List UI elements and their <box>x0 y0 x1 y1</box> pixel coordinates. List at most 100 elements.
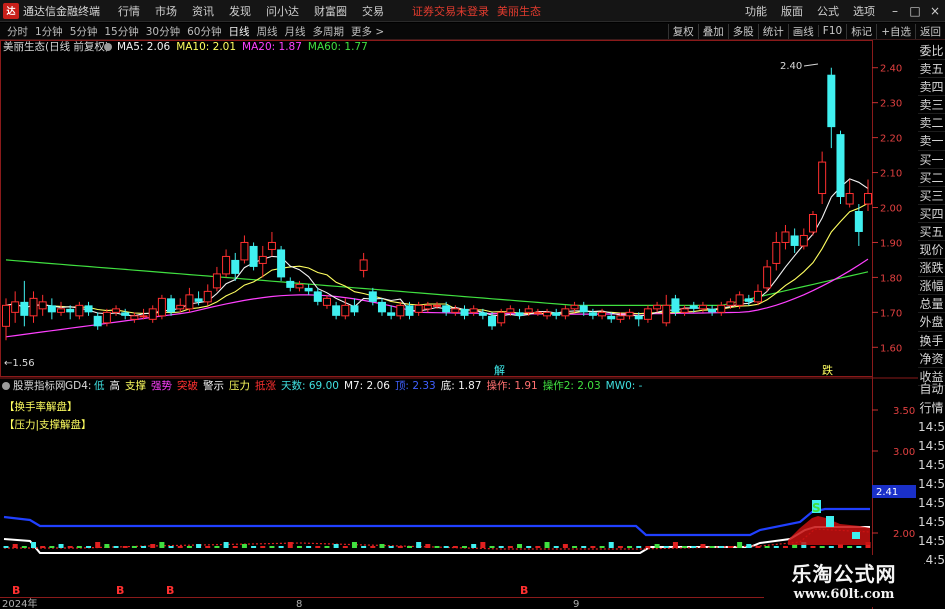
candle-down <box>588 312 597 316</box>
indicator-bar <box>434 546 440 548</box>
candle-down <box>607 315 616 320</box>
period-fenshi[interactable]: 分时 <box>7 24 28 39</box>
fuquan-button[interactable]: 复权 <box>667 23 698 39</box>
indicator-bar <box>727 546 733 548</box>
candle-down <box>286 280 295 288</box>
support-tag[interactable]: 【压力|支撑解盘】 <box>4 418 92 431</box>
sidebar-item[interactable]: 净资 <box>918 350 945 368</box>
indicator-bar <box>581 546 587 548</box>
sidebar-item[interactable]: 卖二 <box>918 114 945 133</box>
sidebar-item[interactable]: 卖三 <box>918 96 945 115</box>
sidebar-item[interactable]: 买四 <box>918 205 945 223</box>
menu-faxian[interactable]: 发现 <box>229 3 251 19</box>
price-tick-label: 1.70 <box>880 308 902 319</box>
period-multi[interactable]: 多周期 <box>313 24 345 39</box>
period-1min[interactable]: 1分钟 <box>35 24 63 39</box>
period-daily[interactable]: 日线 <box>229 24 250 39</box>
indicator-bar <box>636 546 642 548</box>
menu-shichang[interactable]: 市场 <box>155 3 177 19</box>
sub-legend-item: 天数: 69.00 <box>281 379 339 392</box>
indicator-bar <box>746 544 752 548</box>
sidebar-item[interactable]: 卖一 <box>918 132 945 151</box>
stock-name[interactable]: 美丽生态(日线 前复权) <box>3 40 109 53</box>
sidebar-item[interactable]: 涨跌 <box>918 259 945 278</box>
minimize-icon[interactable]: – <box>885 4 905 18</box>
indicator-bar <box>553 546 559 548</box>
candle-up <box>543 311 552 317</box>
period-30min[interactable]: 30分钟 <box>146 24 180 39</box>
draw-line-button[interactable]: 画线 <box>787 23 818 39</box>
menu-gongshi[interactable]: 公式 <box>817 3 839 19</box>
x-label-year: 2024年 <box>2 597 37 609</box>
candle-up <box>176 304 185 310</box>
indicator-bar <box>718 546 724 548</box>
signal-jie: 解 <box>494 363 505 377</box>
watermark-title: 乐淘公式网 <box>791 562 897 586</box>
indicator-bar <box>599 546 605 548</box>
indicator-bar <box>425 544 431 548</box>
stats-button[interactable]: 统计 <box>757 23 788 39</box>
sidebar-item[interactable]: 外盘 <box>918 313 945 332</box>
menu-wenxiaoda[interactable]: 问小达 <box>266 3 299 19</box>
sidebar-item[interactable]: 现价 <box>918 241 945 260</box>
sidebar-item[interactable]: 买三 <box>918 187 945 205</box>
indicator-bar <box>269 546 275 548</box>
menu-hangqing[interactable]: 行情 <box>118 3 140 19</box>
sidebar-item[interactable]: 买二 <box>918 169 945 187</box>
indicator-bar <box>654 544 660 548</box>
candle-up <box>864 193 872 205</box>
kline-chart[interactable]: 美丽生态(日线 前复权) MA5: 2.06 MA10: 2.01 MA20: 1.… <box>0 40 918 609</box>
f10-button[interactable]: F10 <box>817 25 846 37</box>
maximize-icon[interactable]: □ <box>905 4 925 18</box>
period-5min[interactable]: 5分钟 <box>70 24 98 39</box>
sidebar-item[interactable]: 买五 <box>918 223 945 242</box>
overlay-button[interactable]: 叠加 <box>697 23 728 39</box>
sidebar-item[interactable]: 卖四 <box>918 78 945 97</box>
period-monthly[interactable]: 月线 <box>285 24 306 39</box>
buy-marker: B <box>12 584 20 597</box>
price-tick-label: 1.60 <box>880 343 902 354</box>
indicator-tick-label: 2.00 <box>893 529 915 540</box>
sidebar-item[interactable]: 委比 <box>918 42 945 61</box>
candles <box>2 67 872 341</box>
multi-stock-button[interactable]: 多股 <box>727 23 758 39</box>
menu-caifuquan[interactable]: 财富圈 <box>314 3 347 19</box>
gear-icon[interactable] <box>104 43 112 51</box>
menu-jiaoyi[interactable]: 交易 <box>362 3 384 19</box>
price-tick-label: 2.10 <box>880 169 902 180</box>
menu-zixun[interactable]: 资讯 <box>192 3 214 19</box>
turnover-tag[interactable]: 【换手率解盘】 <box>4 400 78 413</box>
settings-icon[interactable] <box>2 382 10 390</box>
menu-xuanxiang[interactable]: 选项 <box>853 3 875 19</box>
candle-up <box>212 273 221 289</box>
menu-gongneng[interactable]: 功能 <box>745 3 767 19</box>
sidebar2-item[interactable]: 自动 <box>918 380 945 399</box>
sidebar-item[interactable]: 卖五 <box>918 60 945 79</box>
sub-chart-title: 股票指标网 <box>13 379 66 392</box>
close-icon[interactable]: × <box>925 4 945 18</box>
indicator-bar <box>306 546 312 548</box>
add-watchlist-button[interactable]: +自选 <box>876 23 915 39</box>
candle-up <box>102 311 111 324</box>
sidebar-item[interactable]: 涨幅 <box>918 277 945 296</box>
back-button[interactable]: 返回 <box>915 23 945 39</box>
sidebar2-item[interactable]: 行情 <box>918 399 945 418</box>
login-status[interactable]: 证券交易未登录 <box>412 3 489 19</box>
indicator-bar <box>3 546 9 548</box>
period-60min[interactable]: 60分钟 <box>187 24 221 39</box>
sidebar-item[interactable]: 总量 <box>918 295 945 314</box>
sidebar-item[interactable]: 买一 <box>918 151 945 169</box>
candle-down <box>478 312 487 316</box>
indicator-bar <box>544 542 550 548</box>
candle-down <box>66 308 75 313</box>
sidebar-item[interactable]: 换手 <box>918 332 945 350</box>
current-stock-link[interactable]: 美丽生态 <box>497 3 541 19</box>
candle-down <box>689 305 698 309</box>
period-15min[interactable]: 15分钟 <box>104 24 138 39</box>
period-weekly[interactable]: 周线 <box>257 24 278 39</box>
period-more[interactable]: 更多 > <box>351 24 384 39</box>
indicator-bar <box>443 546 449 548</box>
menu-banmian[interactable]: 版面 <box>781 3 803 19</box>
candle-down <box>84 305 93 313</box>
mark-button[interactable]: 标记 <box>846 23 876 39</box>
